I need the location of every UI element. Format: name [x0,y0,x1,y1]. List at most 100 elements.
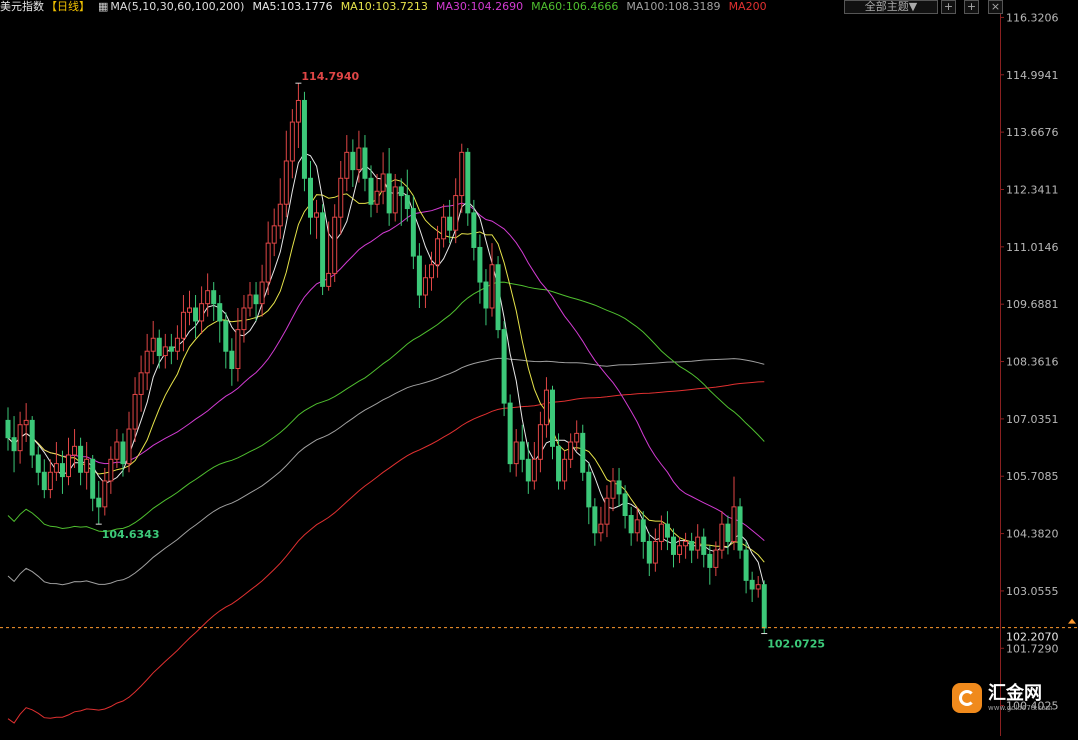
candle-body [483,281,489,309]
candle-body [622,493,628,517]
candle-body [289,121,295,162]
candle-body [295,99,301,123]
chart-canvas: 116.3206 114.9941 113.6676 112.3411 111.0146… [0,0,1078,736]
candle-body [543,389,549,426]
ma-params-label[interactable]: MA(5,10,30,60,100,200) [110,0,244,13]
candle-body [126,428,132,465]
ma200-value: MA200 [728,0,767,13]
candle-body [404,195,410,210]
y-tick-label: 101.7290 [1006,642,1059,655]
candle-body [513,441,519,465]
candle-body [326,272,332,287]
candle-body [386,173,392,214]
candle-body [168,346,174,352]
candle-body [90,458,96,499]
candle-body [277,203,283,227]
candle-body [435,238,441,266]
ma10-value: MA10:103.7213 [340,0,428,13]
candle-body [713,549,719,568]
candle-body [84,458,90,473]
candle-body [271,225,277,244]
y-tick-label: 111.0146 [1006,241,1059,254]
current-price-label: 102.2070 [1006,631,1059,644]
candle-body [229,350,235,370]
logo-url: www.gold678.com [988,703,1053,712]
candle-body [664,523,670,538]
candle-body [144,350,150,374]
candle-body [550,389,555,447]
close-icon[interactable]: × [988,0,1003,14]
high-annotation: 114.7940 [301,70,359,83]
ma10-line [7,179,765,563]
candle-body [217,303,223,322]
candle-body [5,419,11,439]
ma60-line [7,281,765,533]
candle-body [731,506,737,542]
candle-body [283,160,289,205]
candle-body [150,337,156,352]
y-tick-label: 103.0555 [1006,585,1059,598]
candle-body [356,147,362,171]
candle-body [380,173,386,192]
candle-body [344,151,350,179]
candle-body [23,419,29,426]
candle-body [211,290,217,305]
candle-body [501,329,507,404]
candle-body [223,320,229,352]
candle-body [592,506,598,534]
candle-body [410,208,416,257]
candle-body [59,463,65,478]
y-tick-label: 113.6676 [1006,126,1059,139]
candle-body [634,519,640,534]
candle-body [180,311,186,339]
y-tick-label: 104.3820 [1006,528,1059,541]
period-label[interactable]: 【日线】 [46,0,90,13]
candle-body [495,264,501,331]
zoom-icon[interactable]: + [964,0,979,14]
candlestick-chart[interactable]: 116.3206 114.9941 113.6676 112.3411 111.0146… [0,0,1078,736]
candle-body [749,579,755,590]
theme-dropdown[interactable]: 全部主题▼ [844,0,938,14]
candle-body [253,294,259,305]
ma5-value: MA5:103.1776 [252,0,333,13]
y-tick-label: 109.6881 [1006,298,1059,311]
candle-body [453,195,459,231]
candle-body [598,523,604,534]
candle-body [465,151,471,214]
candle-body [108,458,114,482]
candle-body [11,437,17,452]
candle-body [29,419,35,456]
candle-body [640,519,646,542]
candle-body [247,294,253,309]
candle-body [392,186,398,214]
candle-body [301,99,307,179]
candle-body [459,151,465,197]
candle-body [683,540,689,547]
ma100-value: MA100:108.3189 [626,0,721,13]
candle-body [332,216,338,274]
candle-body [671,536,676,555]
candle-body [471,212,477,248]
candle-body [755,584,761,590]
candle-body [568,441,574,460]
candle-body [320,212,326,287]
candle-body [447,216,453,231]
candle-body [556,445,562,482]
candle-body [259,281,265,305]
candle-body [241,307,247,331]
candle-body [398,186,404,197]
ma30-value: MA30:104.2690 [435,0,524,13]
y-tick-label: 108.3616 [1006,356,1059,369]
candle-body [689,540,695,551]
expand-icon[interactable]: + [941,0,956,14]
candle-body [162,346,168,357]
candle-body [477,246,483,283]
price-arrow-icon [1068,618,1076,624]
ma60-value: MA60:106.4666 [531,0,619,13]
candle-body [368,177,374,205]
candle-body [519,441,525,460]
candle-body [416,255,422,296]
ma-icon: ▦ [98,0,109,13]
candle-body [537,424,543,460]
candle-body [174,337,180,352]
